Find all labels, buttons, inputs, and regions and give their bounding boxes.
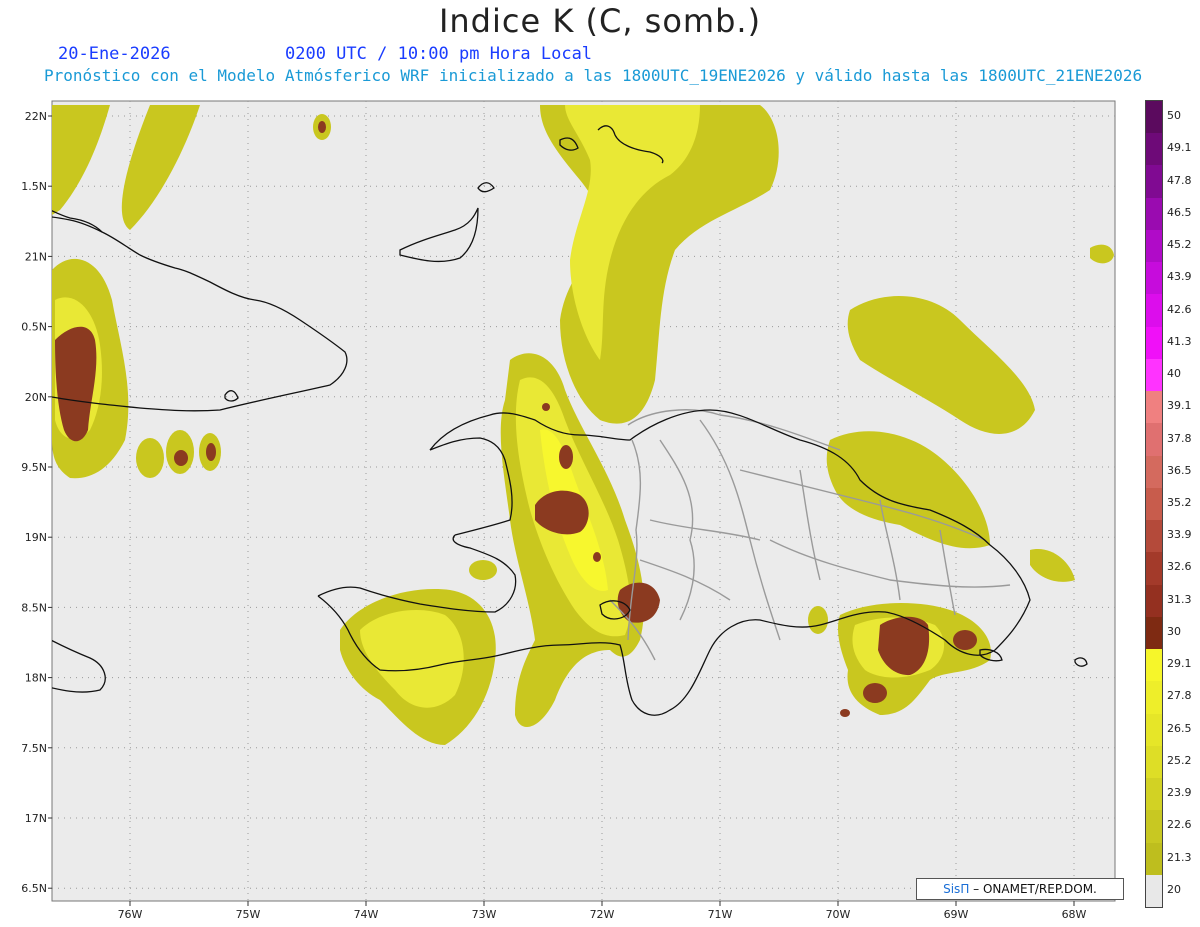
lon-label: 76W (118, 908, 143, 921)
legend-label: 23.9 (1167, 786, 1192, 800)
lat-label: 17N (25, 812, 47, 825)
lat-label: 8.5N (21, 601, 47, 614)
legend-label: 30 (1167, 624, 1181, 638)
lon-label: 73W (472, 908, 497, 921)
lon-label: 69W (944, 908, 969, 921)
longitude-labels: 76W 75W 74W 73W 72W 71W 70W 69W 68W (118, 901, 1087, 921)
core-small3 (542, 403, 550, 411)
field-small2 (469, 560, 497, 580)
legend-label: 21.3 (1167, 850, 1192, 864)
legend-swatch (1146, 229, 1162, 263)
legend-label: 33.9 (1167, 528, 1192, 542)
latitude-labels: 22N 1.5N 21N 0.5N 20N 9.5N 19N 8.5N 18N 7.5N 17N 6.… (21, 110, 52, 895)
core-cuba-blob3 (206, 443, 216, 461)
legend-swatch (1146, 455, 1162, 489)
lat-label: 7.5N (21, 742, 47, 755)
legend-swatch (1146, 616, 1162, 650)
legend-label: 26.5 (1167, 721, 1192, 735)
lat-label: 22N (25, 110, 47, 123)
lat-label: 9.5N (21, 461, 47, 474)
credit-org: – ONAMET/REP.DOM. (969, 882, 1097, 896)
legend-label: 49.1 (1167, 141, 1192, 155)
legend-label: 43.9 (1167, 270, 1192, 284)
legend-label: 35.2 (1167, 496, 1192, 509)
legend-swatch (1146, 197, 1162, 231)
legend-swatch (1146, 391, 1162, 424)
lon-label: 72W (590, 908, 615, 921)
map-svg: 22N 1.5N 21N 0.5N 20N 9.5N 19N 8.5N 18N 7.5N 17N 6.… (21, 100, 1116, 921)
legend-swatch (1146, 423, 1162, 457)
legend-swatch (1146, 584, 1162, 618)
lat-label: 18N (25, 672, 47, 685)
lat-label: 21N (25, 250, 47, 263)
lat-label: 19N (25, 531, 47, 544)
legend-swatch (1146, 713, 1162, 747)
credit-box: SisΠ – ONAMET/REP.DOM. (916, 878, 1124, 900)
legend-label: 32.6 (1167, 560, 1192, 574)
legend-swatch (1146, 681, 1162, 715)
core-cuba-blob2 (174, 450, 188, 466)
legend-label: 37.8 (1167, 431, 1192, 445)
core-small1 (318, 121, 326, 133)
legend-label: 20 (1167, 882, 1181, 896)
core-small2 (840, 709, 850, 717)
legend-label: 25.2 (1167, 753, 1192, 767)
legend-label: 36.5 (1167, 463, 1192, 477)
core-haiti-2 (559, 445, 573, 469)
field-cuba-blob1 (136, 438, 164, 478)
lon-label: 71W (708, 908, 733, 921)
legend-swatch (1146, 745, 1162, 779)
legend-label: 50 (1167, 109, 1181, 123)
legend-label: 29.1 (1167, 657, 1192, 671)
legend-label: 31.3 (1167, 592, 1192, 606)
legend-swatch (1146, 810, 1162, 843)
legend-label: 47.8 (1167, 173, 1192, 187)
legend-swatch (1146, 552, 1162, 586)
lon-label: 68W (1062, 908, 1087, 921)
core-se-2 (863, 683, 887, 703)
legend-swatch (1146, 487, 1162, 521)
legend-swatch (1146, 101, 1162, 134)
legend-label: 45.2 (1167, 238, 1192, 252)
lon-label: 70W (826, 908, 851, 921)
lat-label: 0.5N (21, 321, 47, 334)
core-se-3 (953, 630, 977, 650)
legend-label: 46.5 (1167, 205, 1192, 219)
field-small3 (808, 606, 828, 634)
core-small4 (593, 552, 601, 562)
legend-swatch (1146, 262, 1162, 295)
lat-label: 1.5N (21, 180, 47, 193)
legend-label: 22.6 (1167, 818, 1192, 832)
credit-sis: SisΠ (943, 882, 970, 896)
legend-label: 42.6 (1167, 302, 1192, 316)
legend-label: 39.1 (1167, 399, 1192, 413)
legend-label: 27.8 (1167, 689, 1192, 703)
legend-swatch (1146, 874, 1162, 908)
legend-swatch (1146, 842, 1162, 876)
legend-swatch (1146, 649, 1162, 682)
legend-swatch (1146, 133, 1162, 166)
legend-swatch (1146, 326, 1162, 360)
legend-label: 40 (1167, 367, 1181, 381)
legend-swatch (1146, 520, 1162, 553)
lon-label: 75W (236, 908, 261, 921)
legend-swatch (1146, 358, 1162, 392)
lon-label: 74W (354, 908, 379, 921)
color-legend (1145, 100, 1163, 908)
legend-label: 41.3 (1167, 334, 1192, 348)
lat-label: 20N (25, 391, 47, 404)
lat-label: 6.5N (21, 882, 47, 895)
legend-swatch (1146, 294, 1162, 328)
legend-swatch (1146, 778, 1162, 811)
legend-swatch (1146, 165, 1162, 199)
